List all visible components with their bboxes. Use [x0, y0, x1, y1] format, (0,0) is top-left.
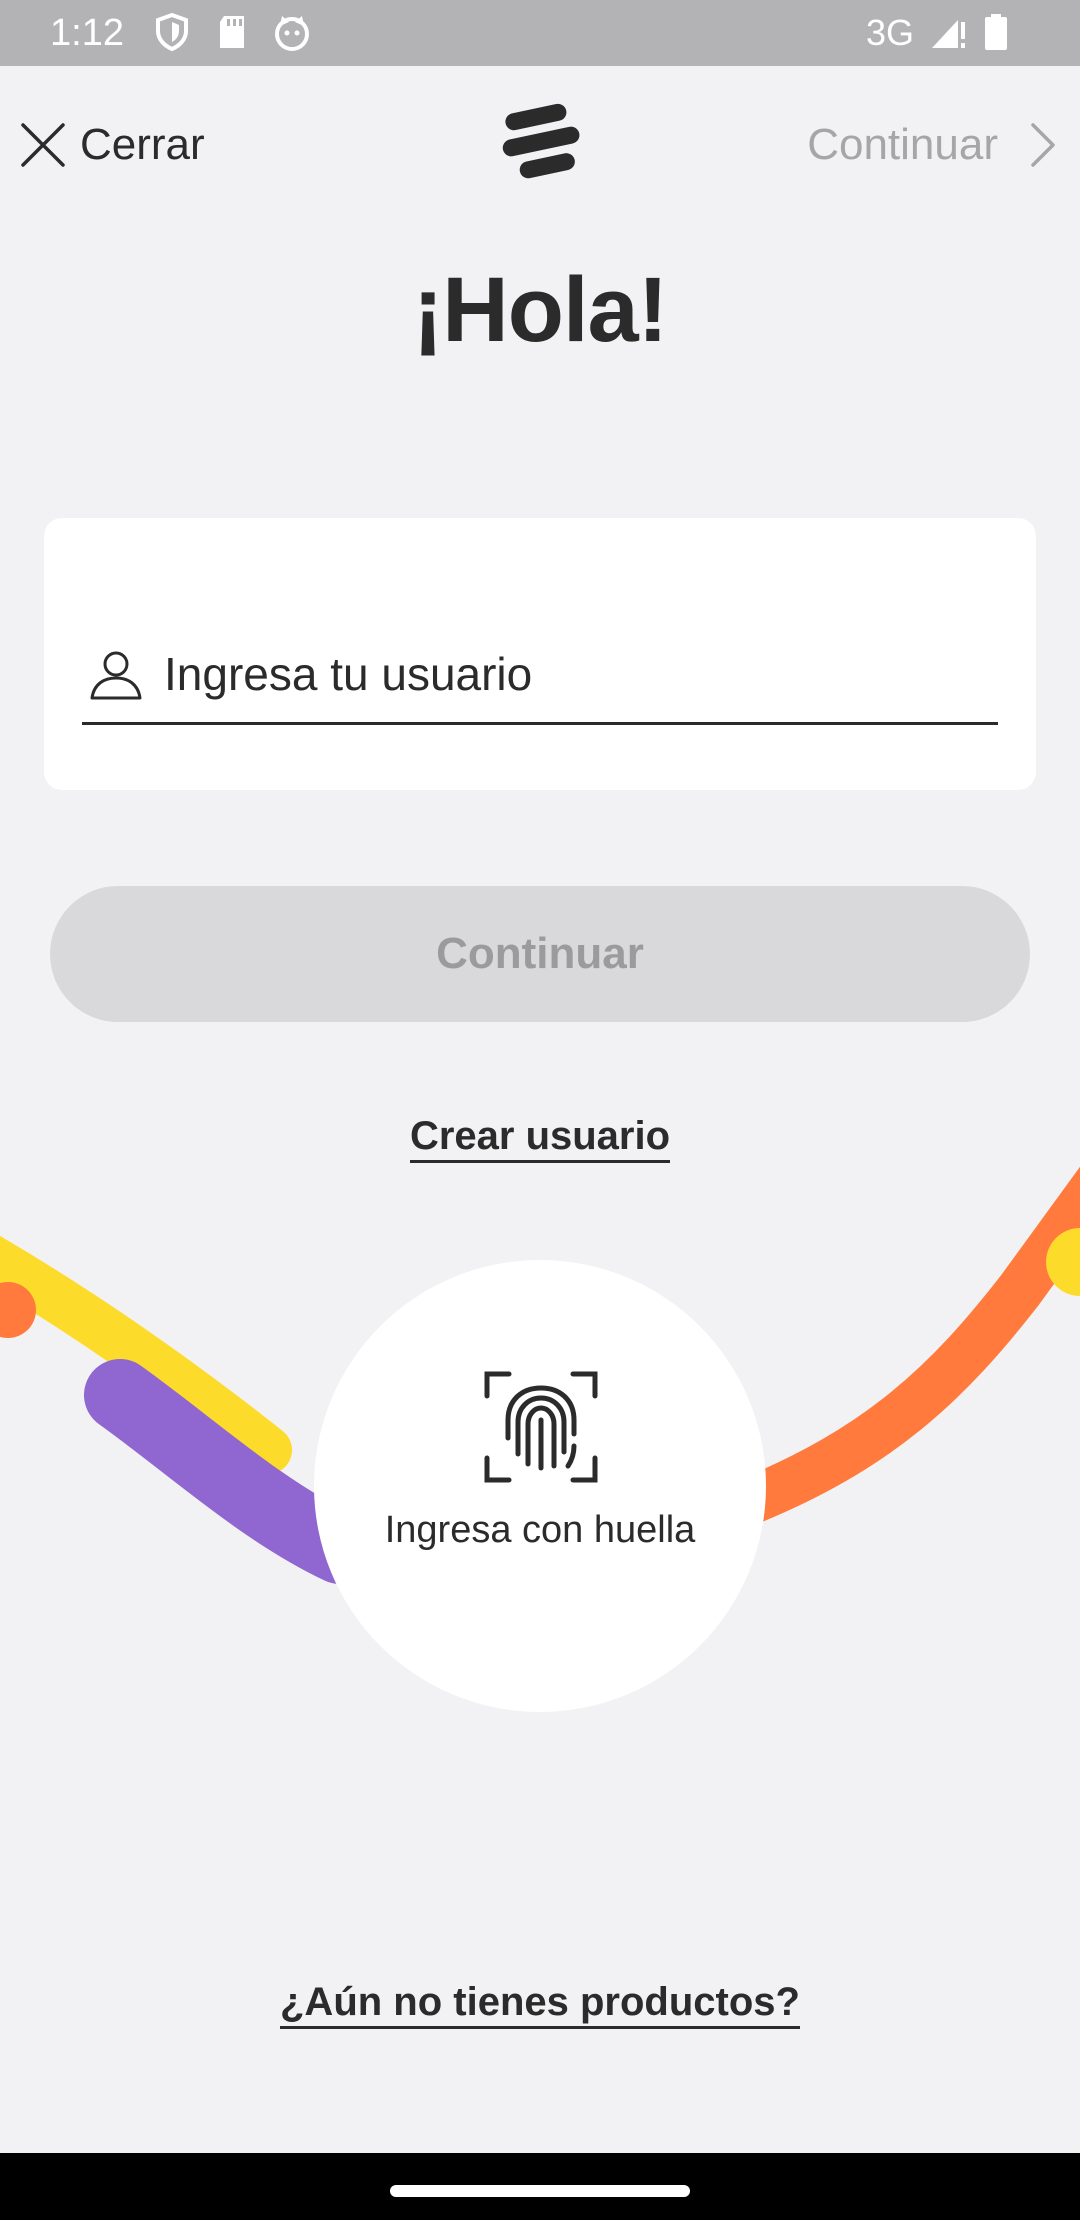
status-time: 1:12	[50, 12, 124, 54]
username-placeholder: Ingresa tu usuario	[164, 648, 533, 700]
fingerprint-login-button[interactable]: Ingresa con huella	[314, 1260, 766, 1712]
battery-icon	[985, 14, 1007, 50]
fingerprint-icon	[484, 1371, 598, 1483]
logo-icon	[502, 103, 580, 179]
no-products-link[interactable]: ¿Aún no tienes productos?	[280, 1980, 800, 2029]
username-card: Ingresa tu usuario	[44, 518, 1036, 790]
status-bar: 1:12 3G	[0, 0, 1080, 66]
close-icon	[21, 123, 65, 167]
user-icon	[90, 651, 142, 700]
chevron-right-icon	[1031, 123, 1055, 167]
network-type: 3G	[866, 12, 915, 53]
page-title: ¡Hola!	[412, 259, 669, 361]
close-button[interactable]: Cerrar	[18, 112, 205, 178]
continue-top-button[interactable]: Continuar	[807, 112, 1058, 178]
products-link-row: ¿Aún no tienes productos?	[0, 1980, 1080, 2029]
signal-icon	[932, 20, 965, 48]
username-input[interactable]: Ingresa tu usuario	[82, 626, 998, 725]
shield-icon	[156, 12, 188, 52]
system-nav-bar	[0, 2153, 1080, 2220]
home-gesture-bar[interactable]	[390, 2185, 690, 2197]
cat-icon	[275, 16, 309, 51]
continue-button[interactable]: Continuar	[50, 886, 1030, 1022]
fingerprint-label: Ingresa con huella	[384, 1509, 696, 1551]
continue-top-label: Continuar	[807, 120, 998, 169]
sd-card-icon	[220, 16, 244, 48]
close-label: Cerrar	[80, 120, 205, 169]
